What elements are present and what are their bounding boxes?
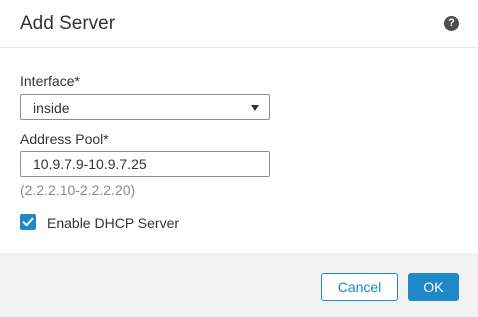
enable-dhcp-checkbox[interactable]	[20, 214, 36, 230]
address-pool-hint: (2.2.2.10-2.2.2.20)	[20, 182, 136, 198]
address-pool-label: Address Pool*	[20, 131, 109, 147]
help-icon[interactable]: ?	[444, 16, 459, 31]
interface-select-value: inside	[33, 100, 70, 116]
ok-button[interactable]: OK	[408, 273, 459, 301]
enable-dhcp-label[interactable]: Enable DHCP Server	[47, 214, 179, 232]
checkmark-icon	[22, 217, 34, 227]
address-pool-input[interactable]	[20, 151, 270, 177]
dialog-header: Add Server ?	[0, 0, 478, 48]
interface-label: Interface*	[20, 73, 80, 89]
add-server-dialog: Add Server ? Interface* inside Address P…	[0, 0, 478, 317]
caret-down-icon	[251, 105, 259, 111]
dialog-title: Add Server	[20, 13, 116, 34]
cancel-button[interactable]: Cancel	[321, 273, 398, 301]
dialog-footer	[0, 253, 478, 317]
interface-select[interactable]: inside	[20, 94, 270, 120]
